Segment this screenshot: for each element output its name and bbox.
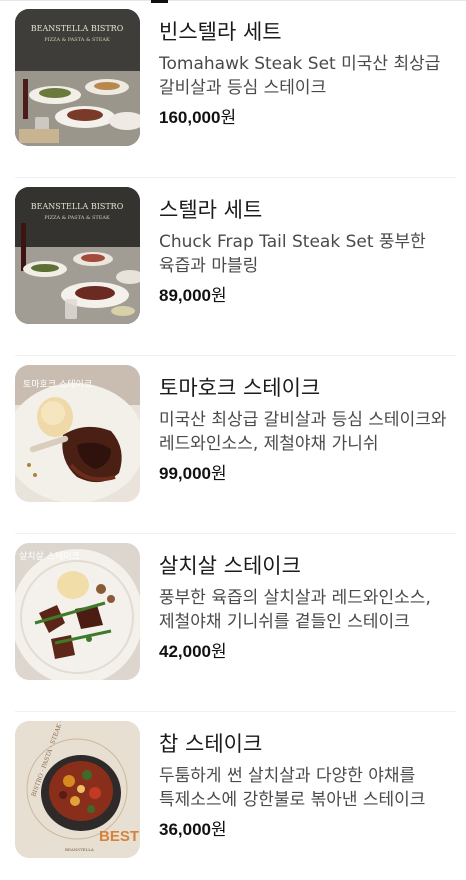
menu-item-info: 빈스텔라 세트 Tomahawk Steak Set 미국산 최상급 갈비살과 … xyxy=(159,17,456,130)
menu-item-salchisal-steak[interactable]: 살치살 스테이크 살치살 스테이크 풍부한 육즙의 살치살과 레드와인소스, 제… xyxy=(0,534,466,712)
photo-best-label: BEST xyxy=(99,828,139,845)
menu-item-name[interactable]: 살치살 스테이크 xyxy=(159,551,456,581)
menu-item-price: 42,000원 xyxy=(159,640,456,664)
menu-item-description: 풍부한 육즙의 살치살과 레드와인소스, 제철야채 기니쉬를 곁들인 스테이크 xyxy=(159,588,431,632)
menu-item-price: 36,000원 xyxy=(159,818,456,842)
price-number: 160,000 xyxy=(159,108,221,127)
menu-item-price: 160,000원 xyxy=(159,106,456,130)
photo-caption-text: 토마호크 스테이크 xyxy=(23,379,92,390)
menu-item-info: 살치살 스테이크 풍부한 육즙의 살치살과 레드와인소스, 제철야채 기니쉬를 … xyxy=(159,551,456,664)
food-photo-icon: BISTRO · PASTA · STEAK · SALAD BEST BEAN… xyxy=(15,721,140,858)
price-number: 42,000 xyxy=(159,642,211,661)
menu-item-description: Chuck Frap Tail Steak Set 풍부한 육즙과 마블링 xyxy=(159,232,426,276)
food-photo-icon: 살치살 스테이크 xyxy=(15,543,140,680)
price-number: 36,000 xyxy=(159,820,211,839)
menu-item-description: Tomahawk Steak Set 미국산 최상급 갈비살과 등심 스테이크 xyxy=(159,54,441,98)
menu-item-photo[interactable]: 살치살 스테이크 xyxy=(15,543,140,680)
food-photo-icon: BEANSTELLA BISTRO PIZZA & PASTA & STEAK xyxy=(15,9,140,146)
price-unit: 원 xyxy=(211,642,227,662)
menu-item-photo[interactable]: 토마호크 스테이크 xyxy=(15,365,140,502)
menu-item-name[interactable]: 토마호크 스테이크 xyxy=(159,373,456,403)
menu-item-photo[interactable]: BISTRO · PASTA · STEAK · SALAD BEST BEAN… xyxy=(15,721,140,858)
menu-item-photo[interactable]: BEANSTELLA BISTRO PIZZA & PASTA & STEAK xyxy=(15,9,140,146)
price-unit: 원 xyxy=(211,464,227,484)
food-photo-icon: 토마호크 스테이크 xyxy=(15,365,140,502)
price-number: 89,000 xyxy=(159,286,211,305)
photo-brand-text: BEANSTELLA BISTRO xyxy=(31,202,124,211)
price-unit: 원 xyxy=(211,286,227,306)
photo-brand-text: BEANSTELLA xyxy=(65,847,94,852)
price-number: 99,000 xyxy=(159,464,211,483)
menu-item-tomahawk-steak[interactable]: 토마호크 스테이크 토마호크 스테이크 미국산 최상급 갈비살과 등심 스테이크… xyxy=(0,356,466,534)
photo-brand-text: BEANSTELLA BISTRO xyxy=(31,24,124,33)
photo-caption-text: 살치살 스테이크 xyxy=(19,550,80,562)
menu-item-chop-steak[interactable]: BISTRO · PASTA · STEAK · SALAD BEST BEAN… xyxy=(0,712,466,880)
price-unit: 원 xyxy=(211,820,227,840)
menu-item-name[interactable]: 스텔라 세트 xyxy=(159,195,456,225)
price-unit: 원 xyxy=(220,108,237,128)
photo-tagline-text: PIZZA & PASTA & STEAK xyxy=(44,215,110,221)
menu-item-beanstella-set[interactable]: BEANSTELLA BISTRO PIZZA & PASTA & STEAK … xyxy=(0,0,466,178)
menu-item-description: 미국산 최상급 갈비살과 등심 스테이크와 레드와인소스, 제철야채 가니쉬 xyxy=(159,410,447,454)
menu-item-price: 99,000원 xyxy=(159,462,456,486)
menu-item-info: 토마호크 스테이크 미국산 최상급 갈비살과 등심 스테이크와 레드와인소스, … xyxy=(159,373,456,486)
menu-item-price: 89,000원 xyxy=(159,284,456,308)
menu-item-photo[interactable]: BEANSTELLA BISTRO PIZZA & PASTA & STEAK xyxy=(15,187,140,324)
menu-item-name[interactable]: 찹 스테이크 xyxy=(159,729,456,759)
menu-item-info: 찹 스테이크 두툼하게 썬 살치살과 다양한 야채를 특제소스에 강한불로 볶아… xyxy=(159,729,456,842)
menu-item-stella-set[interactable]: BEANSTELLA BISTRO PIZZA & PASTA & STEAK … xyxy=(0,178,466,356)
menu-item-name[interactable]: 빈스텔라 세트 xyxy=(159,17,456,47)
menu-item-info: 스텔라 세트 Chuck Frap Tail Steak Set 풍부한 육즙과… xyxy=(159,195,456,308)
menu-item-description: 두툼하게 썬 살치살과 다양한 야채를 특제소스에 강한불로 볶아낸 스테이크 xyxy=(159,766,426,810)
food-photo-icon: BEANSTELLA BISTRO PIZZA & PASTA & STEAK xyxy=(15,187,140,324)
photo-tagline-text: PIZZA & PASTA & STEAK xyxy=(44,37,110,43)
